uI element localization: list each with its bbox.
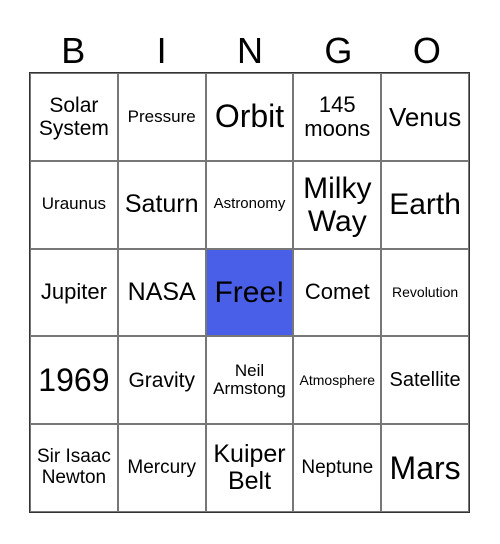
bingo-cell[interactable]: Atmosphere <box>293 336 382 425</box>
bingo-cell[interactable]: Earth <box>381 160 469 249</box>
header-letter-g: G <box>324 30 353 71</box>
bingo-cell[interactable]: Mars <box>381 424 469 512</box>
bingo-cell[interactable]: Comet <box>293 248 382 337</box>
bingo-cell[interactable]: Milky Way <box>293 160 382 249</box>
bingo-cell[interactable]: Revolution <box>381 248 469 337</box>
header-letter-o: O <box>412 30 441 71</box>
bingo-cell[interactable]: Solar System <box>30 73 118 161</box>
header-letter-n: N <box>237 30 264 71</box>
bingo-header: B I N G O <box>29 30 471 72</box>
bingo-cell[interactable]: Venus <box>381 73 469 161</box>
bingo-cell[interactable]: Jupiter <box>30 248 118 337</box>
bingo-cell[interactable]: Neptune <box>293 424 382 512</box>
bingo-cell[interactable]: 145 moons <box>293 73 382 161</box>
bingo-cell[interactable]: 1969 <box>30 336 118 425</box>
bingo-cell[interactable]: Astronomy <box>205 160 294 249</box>
bingo-cell[interactable]: Pressure <box>117 73 206 161</box>
bingo-cell[interactable]: Kuiper Belt <box>205 424 294 512</box>
bingo-cell[interactable]: Satellite <box>381 336 469 425</box>
bingo-cell[interactable]: Neil Armstong <box>205 336 294 425</box>
bingo-cell[interactable]: Saturn <box>117 160 206 249</box>
bingo-cell[interactable]: NASA <box>117 248 206 337</box>
bingo-cell[interactable]: Gravity <box>117 336 206 425</box>
bingo-cell[interactable]: Mercury <box>117 424 206 512</box>
bingo-cell[interactable]: Orbit <box>205 73 294 161</box>
bingo-cell[interactable]: Uraunus <box>30 160 118 249</box>
bingo-card-grid: Solar System Pressure Orbit 145 moons Ve… <box>29 72 470 513</box>
header-letter-b: B <box>61 30 86 71</box>
free-space-cell[interactable]: Free! <box>205 248 294 337</box>
bingo-cell[interactable]: Sir Isaac Newton <box>30 424 118 512</box>
header-letter-i: I <box>156 30 167 71</box>
